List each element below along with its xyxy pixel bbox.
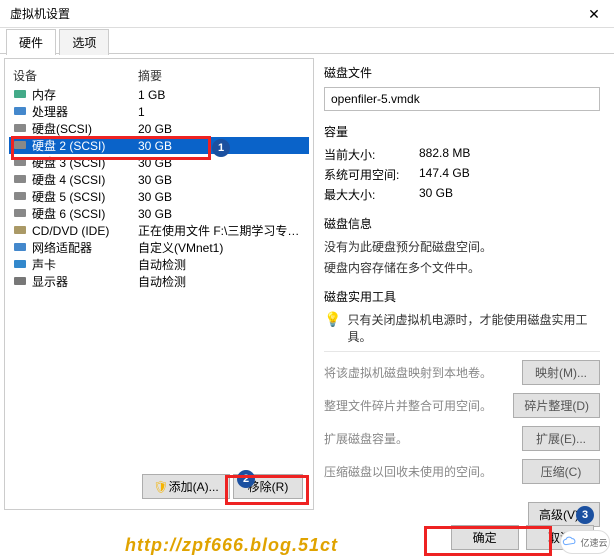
- table-row[interactable]: 硬盘 3 (SCSI)30 GB: [9, 154, 309, 171]
- device-name: 处理器: [32, 103, 138, 120]
- device-header: 设备 摘要: [9, 65, 309, 86]
- table-row[interactable]: 硬盘 4 (SCSI)30 GB: [9, 171, 309, 188]
- disp-icon: [13, 275, 29, 289]
- table-row[interactable]: 处理器1: [9, 103, 309, 120]
- table-row[interactable]: 硬盘 6 (SCSI)30 GB: [9, 205, 309, 222]
- free-space-label: 系统可用空间:: [324, 166, 419, 183]
- tabs: 硬件 选项: [0, 28, 614, 54]
- watermark: 亿速云: [560, 530, 610, 554]
- window-title: 虚拟机设置: [10, 0, 70, 27]
- free-space-value: 147.4 GB: [419, 166, 470, 183]
- bulb-icon: 💡: [324, 311, 341, 328]
- close-icon[interactable]: ✕: [574, 0, 614, 27]
- add-button[interactable]: 🛡添加(A)...: [142, 474, 229, 499]
- device-name: 内存: [32, 86, 138, 103]
- table-row[interactable]: 硬盘 2 (SCSI)30 GB: [9, 137, 309, 154]
- disk-info-label: 磁盘信息: [324, 215, 600, 232]
- device-name: 硬盘(SCSI): [32, 120, 138, 137]
- disk-icon: [13, 122, 29, 136]
- defrag-button[interactable]: 碎片整理(D): [513, 393, 600, 418]
- table-row[interactable]: 声卡自动检测: [9, 256, 309, 273]
- device-name: 硬盘 5 (SCSI): [32, 188, 138, 205]
- capacity-label: 容量: [324, 123, 600, 140]
- disk-icon: [13, 207, 29, 221]
- device-name: 硬盘 3 (SCSI): [32, 154, 138, 171]
- device-summary: 30 GB: [138, 156, 305, 170]
- col-device: 设备: [13, 67, 138, 84]
- device-summary: 30 GB: [138, 190, 305, 204]
- mem-icon: [13, 88, 29, 102]
- device-summary: 自定义(VMnet1): [138, 239, 305, 256]
- device-summary: 20 GB: [138, 122, 305, 136]
- disk-file-label: 磁盘文件: [324, 64, 600, 81]
- current-size-value: 882.8 MB: [419, 146, 470, 163]
- disk-info-1: 没有为此硬盘预分配磁盘空间。: [324, 238, 600, 255]
- device-summary: 自动检测: [138, 256, 305, 273]
- cpu-icon: [13, 105, 29, 119]
- ok-button[interactable]: 确定: [451, 525, 519, 550]
- overlay-url: http://zpf666.blog.51ct: [125, 535, 338, 556]
- device-name: 硬盘 4 (SCSI): [32, 171, 138, 188]
- device-name: 网络适配器: [32, 239, 138, 256]
- device-panel: 设备 摘要 内存1 GB处理器1硬盘(SCSI)20 GB硬盘 2 (SCSI)…: [4, 58, 314, 510]
- cd-icon: [13, 224, 29, 238]
- titlebar: 虚拟机设置 ✕: [0, 0, 614, 28]
- expand-button[interactable]: 扩展(E)...: [522, 426, 600, 451]
- tab-options[interactable]: 选项: [59, 29, 109, 55]
- device-summary: 1: [138, 105, 305, 119]
- device-name: 硬盘 6 (SCSI): [32, 205, 138, 222]
- max-size-label: 最大大小:: [324, 186, 419, 203]
- device-list: 内存1 GB处理器1硬盘(SCSI)20 GB硬盘 2 (SCSI)30 GB硬…: [9, 86, 309, 466]
- device-buttons: 🛡添加(A)... 移除(R): [9, 466, 309, 503]
- device-name: 硬盘 2 (SCSI): [32, 137, 138, 154]
- compact-button[interactable]: 压缩(C): [522, 459, 600, 484]
- disk-util-label: 磁盘实用工具: [324, 288, 600, 305]
- annotation-3: 3: [576, 506, 594, 524]
- map-label: 将该虚拟机磁盘映射到本地卷。: [324, 364, 492, 381]
- map-button[interactable]: 映射(M)...: [522, 360, 600, 385]
- device-name: 声卡: [32, 256, 138, 273]
- col-summary: 摘要: [138, 67, 305, 84]
- disk-icon: [13, 173, 29, 187]
- table-row[interactable]: 硬盘(SCSI)20 GB: [9, 120, 309, 137]
- table-row[interactable]: 硬盘 5 (SCSI)30 GB: [9, 188, 309, 205]
- disk-file-field[interactable]: openfiler-5.vmdk: [324, 87, 600, 111]
- shield-icon: 🛡: [153, 480, 168, 494]
- device-name: CD/DVD (IDE): [32, 224, 138, 238]
- disk-util-hint: 💡 只有关闭虚拟机电源时，才能使用磁盘实用工具。: [324, 311, 600, 345]
- disk-icon: [13, 139, 29, 153]
- snd-icon: [13, 258, 29, 272]
- table-row[interactable]: 网络适配器自定义(VMnet1): [9, 239, 309, 256]
- table-row[interactable]: 内存1 GB: [9, 86, 309, 103]
- current-size-label: 当前大小:: [324, 146, 419, 163]
- device-summary: 1 GB: [138, 88, 305, 102]
- device-summary: 30 GB: [138, 173, 305, 187]
- device-summary: 正在使用文件 F:\三期学习专栏\VMW...: [138, 222, 305, 239]
- disk-info-2: 硬盘内容存储在多个文件中。: [324, 259, 600, 276]
- disk-icon: [13, 156, 29, 170]
- defrag-label: 整理文件碎片并整合可用空间。: [324, 397, 492, 414]
- device-name: 显示器: [32, 273, 138, 290]
- disk-icon: [13, 190, 29, 204]
- expand-label: 扩展磁盘容量。: [324, 430, 408, 447]
- net-icon: [13, 241, 29, 255]
- max-size-value: 30 GB: [419, 186, 453, 203]
- tab-hardware[interactable]: 硬件: [6, 29, 56, 55]
- annotation-1: 1: [212, 139, 230, 157]
- annotation-2: 2: [237, 470, 255, 488]
- detail-panel: 磁盘文件 openfiler-5.vmdk 容量 当前大小:882.8 MB 系…: [314, 58, 610, 510]
- table-row[interactable]: CD/DVD (IDE)正在使用文件 F:\三期学习专栏\VMW...: [9, 222, 309, 239]
- device-summary: 30 GB: [138, 207, 305, 221]
- table-row[interactable]: 显示器自动检测: [9, 273, 309, 290]
- device-summary: 自动检测: [138, 273, 305, 290]
- compact-label: 压缩磁盘以回收未使用的空间。: [324, 463, 492, 480]
